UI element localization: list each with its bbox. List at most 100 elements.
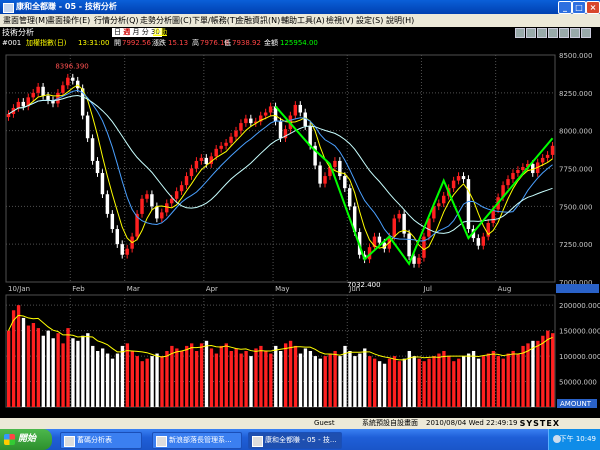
volume-bar [229, 351, 233, 407]
x-axis-tick-label: Aug [498, 285, 512, 293]
price-axis-tick-label: 8500.000 [559, 52, 592, 60]
candle-body [437, 203, 441, 207]
menu-item-help[interactable]: 說明(H) [386, 14, 414, 27]
price-axis-tick-label: 8250.000 [559, 90, 592, 98]
panel-title: 技術分析 [2, 28, 34, 37]
status-user: Guest [314, 419, 335, 427]
volume-bar [536, 340, 540, 407]
change-label: 漲跌 [152, 39, 166, 47]
candle-body [293, 104, 298, 116]
app-icon [64, 436, 75, 447]
candle-body [308, 126, 312, 146]
volume-axis-tick-label: 100000.000 [559, 353, 600, 361]
chart-toolbar: 技術分析 日 週 月 分 30 連動 [0, 27, 600, 38]
volume-bar [130, 351, 134, 407]
chart-tool-icon[interactable] [581, 28, 591, 38]
link-toggle[interactable]: 連動 [153, 27, 167, 38]
volume-bar [516, 353, 520, 407]
taskbar-item[interactable]: 康和全都賺 - 05 - 技... [248, 432, 342, 449]
volume-bar [224, 343, 228, 407]
window-titlebar: 康和全都賺 - 05 - 技術分析 _ □ × [0, 0, 600, 14]
candle-body [481, 236, 486, 246]
volume-bar [100, 348, 105, 407]
period-month[interactable]: 月 [132, 28, 139, 36]
menu-item-tools[interactable]: 輔助工具(A) [281, 14, 325, 27]
candle-body [21, 101, 26, 107]
candle-body [506, 179, 510, 186]
brand-label: SYSTEX [519, 419, 560, 428]
chart-tool-icon[interactable] [526, 28, 536, 38]
chart-tool-icon[interactable] [570, 28, 580, 38]
volume-bar [402, 358, 407, 407]
taskbar-item[interactable]: 新浪部落長管理系... [152, 432, 242, 449]
menu-item-finance[interactable]: 金融資訊(N) [236, 14, 280, 27]
menu-item-settings[interactable]: 設定(S) [356, 14, 383, 27]
ma20-line [8, 94, 553, 234]
volume-bar [343, 345, 347, 407]
volume-bar [407, 351, 411, 407]
price-annotation: 8396.390 [55, 63, 88, 71]
candle-body [155, 206, 159, 219]
candle-body [268, 106, 273, 113]
volume-bar [105, 353, 110, 407]
candle-body [145, 194, 149, 199]
menu-item-trend[interactable]: 走勢分析圖(C) [140, 14, 192, 27]
volume-bar [422, 361, 426, 407]
system-tray: 下午 10:49 [548, 429, 600, 450]
candle-body [343, 176, 347, 189]
clock: 下午 10:49 [559, 435, 596, 443]
volume-bar [96, 351, 100, 407]
volume-bar [86, 333, 90, 407]
candle-body [189, 168, 194, 177]
menu-item-order[interactable]: 下單/帳務(T) [192, 14, 238, 27]
chart-tool-icon[interactable] [559, 28, 569, 38]
menu-item-screen[interactable]: 畫面管理(M) [3, 14, 48, 27]
volume-bar [279, 351, 283, 407]
tray-icon[interactable] [553, 435, 561, 443]
candle-body [125, 248, 129, 255]
period-minute[interactable]: 分 [142, 28, 149, 36]
maximize-button[interactable]: □ [572, 1, 586, 14]
volume-bar [155, 353, 159, 407]
chart-tool-icon[interactable] [537, 28, 547, 38]
chart-tool-icon[interactable] [515, 28, 525, 38]
menu-item-view[interactable]: 檢視(V) [326, 14, 354, 27]
candle-body [71, 77, 75, 81]
amount-label: 金額 [264, 39, 278, 47]
volume-bar [452, 361, 456, 407]
volume-bar [358, 353, 362, 407]
volume-bar [447, 356, 451, 407]
period-week[interactable]: 週 [123, 28, 130, 36]
menu-item-operate[interactable]: 畫面操作(E) [47, 14, 90, 27]
app-icon [252, 436, 263, 447]
volume-bar [546, 330, 550, 407]
volume-bar [353, 356, 357, 407]
high-label: 高 [192, 39, 199, 47]
candle-body [244, 118, 248, 124]
candle-body [214, 148, 218, 157]
volume-bar [51, 338, 55, 407]
volume-bar [348, 351, 352, 407]
taskbar-item[interactable]: 蓄碼分析表 [60, 432, 142, 449]
candle-body [249, 118, 253, 124]
candle-body [239, 123, 243, 131]
menu-item-quote[interactable]: 行情分析(Q) [94, 14, 139, 27]
browser-icon [156, 436, 167, 447]
period-day[interactable]: 日 [114, 28, 121, 36]
candle-body [521, 166, 525, 171]
volume-bar [71, 338, 75, 407]
volume-bar [244, 351, 248, 407]
volume-bar [323, 356, 327, 407]
technical-chart[interactable]: 8500.000 8250.000 8000.000 7750.000 7500.000… [0, 49, 600, 418]
candle-body [16, 101, 21, 108]
menu-bar: 畫面管理(M) 畫面操作(E) 行情分析(Q) 走勢分析圖(C) 下單/帳務(T… [0, 14, 600, 27]
volume-bar [313, 356, 317, 407]
candle-body [31, 92, 35, 98]
chart-tool-icon[interactable] [548, 28, 558, 38]
volume-bar [274, 345, 278, 407]
volume-bar [298, 353, 303, 407]
close-button[interactable]: × [586, 1, 600, 14]
start-button[interactable]: 開始 [0, 429, 52, 450]
minimize-button[interactable]: _ [558, 1, 572, 14]
volume-bar [437, 353, 441, 407]
